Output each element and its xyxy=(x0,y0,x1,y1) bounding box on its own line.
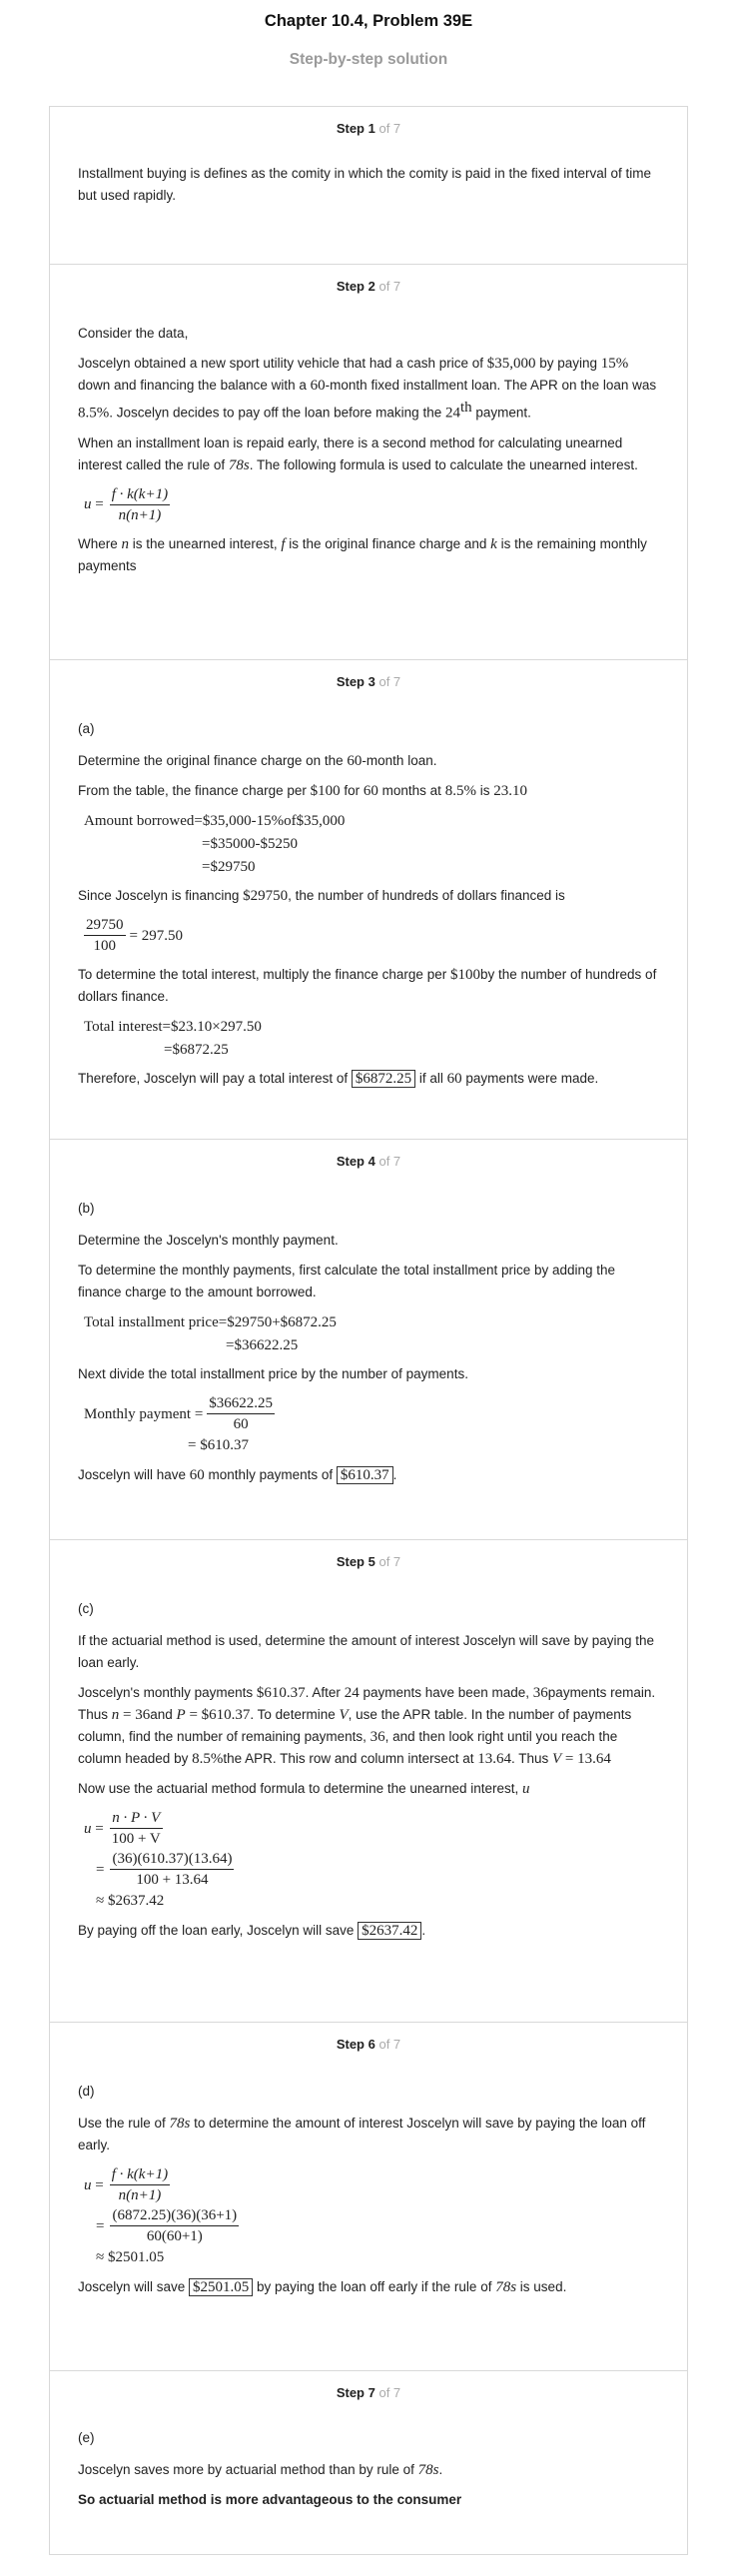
step-3-line-4: To determine the total interest, multipl… xyxy=(78,967,657,1004)
step-4-line-2: To determine the monthly payments, first… xyxy=(78,1263,616,1299)
answer-box: $610.37 xyxy=(336,1466,393,1484)
step-2-consider: Consider the data, xyxy=(78,326,189,341)
step-7-header: Step 7 of 7 xyxy=(78,2371,659,2407)
step-6-answer: Joscelyn will save $2501.05 by paying th… xyxy=(78,2278,567,2296)
step-4-line-3: Next divide the total installment price … xyxy=(78,1366,468,1381)
page-title: Chapter 10.4, Problem 39E xyxy=(264,12,473,30)
step-label: Step 1 xyxy=(336,121,375,136)
solution-page: Chapter 10.4, Problem 39E Step-by-step s… xyxy=(0,0,737,2555)
answer-box: $6872.25 xyxy=(351,1070,416,1088)
part-label: (b) xyxy=(78,1201,95,1216)
step-4-header: Step 4 of 7 xyxy=(78,1140,659,1176)
step-2-problem: Joscelyn obtained a new sport utility ve… xyxy=(78,356,657,422)
step-3-header: Step 3 of 7 xyxy=(78,660,659,696)
step-3: Step 3 of 7 (a) Determine the original f… xyxy=(50,659,687,1139)
amount-borrowed-calc: Amount borrowed=$35,000-15%of$35,000 =$3… xyxy=(84,813,346,875)
step-5-line-3: Now use the actuarial method formula to … xyxy=(78,1781,530,1797)
step-count: of 7 xyxy=(378,1154,401,1169)
step-label: Step 7 xyxy=(336,2385,375,2400)
step-count: of 7 xyxy=(378,2037,401,2052)
step-count: of 7 xyxy=(378,121,401,136)
step-7-conclusion: So actuarial method is more advantageous… xyxy=(78,2492,462,2507)
step-1-header: Step 1 of 7 xyxy=(78,107,659,143)
step-5-line-1: If the actuarial method is used, determi… xyxy=(78,1633,655,1670)
step-label: Step 4 xyxy=(336,1154,375,1169)
part-label: (e) xyxy=(78,2430,95,2445)
step-count: of 7 xyxy=(378,2385,401,2400)
step-5: Step 5 of 7 (c) If the actuarial method … xyxy=(50,1539,687,2022)
step-4-answer: Joscelyn will have 60 monthly payments o… xyxy=(78,1466,397,1484)
rule-of-78-calc: u = f · k(k+1) n(n+1) = (6872.25)(36)(36+… xyxy=(84,2166,240,2265)
answer-box: $2637.42 xyxy=(358,1922,422,1940)
part-label: (d) xyxy=(78,2084,95,2099)
hundreds-fraction: 29750 100 = 297.50 xyxy=(84,917,183,954)
monthly-payment-calc: Monthly payment = $36622.25 60 = $610.37 xyxy=(84,1395,276,1453)
step-2-rule-intro: When an installment loan is repaid early… xyxy=(78,434,638,473)
part-label: (c) xyxy=(78,1601,94,1616)
total-installment-calc: Total installment price=$29750+$6872.25 … xyxy=(84,1314,337,1353)
step-count: of 7 xyxy=(378,674,401,689)
steps-container: Step 1 of 7 Installment buying is define… xyxy=(49,106,688,2555)
step-7: Step 7 of 7 (e) Joscelyn saves more by a… xyxy=(50,2370,687,2554)
step-label: Step 2 xyxy=(336,279,375,294)
step-3-line-3: Since Joscelyn is financing $29750, the … xyxy=(78,888,565,904)
rule-of-78-formula: u = f · k(k+1) n(n+1) xyxy=(84,485,171,523)
part-label: (a) xyxy=(78,721,95,736)
step-label: Step 3 xyxy=(336,674,375,689)
step-6-header: Step 6 of 7 xyxy=(78,2023,659,2059)
step-label: Step 6 xyxy=(336,2037,375,2052)
total-interest-calc: Total interest=$23.10×297.50 =$6872.25 xyxy=(84,1019,262,1058)
step-5-line-2: Joscelyn's monthly payments $610.37. Aft… xyxy=(78,1685,656,1767)
step-1-text: Installment buying is defines as the com… xyxy=(78,166,652,203)
step-3-line-1: Determine the original finance charge on… xyxy=(78,753,437,769)
step-3-answer: Therefore, Joscelyn will pay a total int… xyxy=(78,1070,599,1088)
answer-box: $2501.05 xyxy=(189,2278,254,2296)
step-count: of 7 xyxy=(378,279,401,294)
step-2-variables: Where n is the unearned interest, f is t… xyxy=(78,535,647,573)
step-2: Step 2 of 7 Consider the data, Joscelyn … xyxy=(50,264,687,659)
step-2-header: Step 2 of 7 xyxy=(78,265,659,301)
step-1: Step 1 of 7 Installment buying is define… xyxy=(50,107,687,264)
step-5-header: Step 5 of 7 xyxy=(78,1540,659,1576)
step-3-line-2: From the table, the finance charge per $… xyxy=(78,783,527,799)
step-7-line-1: Joscelyn saves more by actuarial method … xyxy=(78,2462,443,2478)
step-5-answer: By paying off the loan early, Joscelyn w… xyxy=(78,1922,426,1940)
step-count: of 7 xyxy=(378,1554,401,1569)
step-4-line-1: Determine the Joscelyn's monthly payment… xyxy=(78,1233,339,1248)
step-label: Step 5 xyxy=(336,1554,375,1569)
page-subtitle: Step-by-step solution xyxy=(289,51,448,68)
step-4: Step 4 of 7 (b) Determine the Joscelyn's… xyxy=(50,1139,687,1539)
step-6-line-1: Use the rule of 78s to determine the amo… xyxy=(78,2116,646,2152)
actuarial-formula: u = n · P · V 100 + V = (36)(610.37)(13.6… xyxy=(84,1810,235,1909)
step-6: Step 6 of 7 (d) Use the rule of 78s to d… xyxy=(50,2022,687,2370)
